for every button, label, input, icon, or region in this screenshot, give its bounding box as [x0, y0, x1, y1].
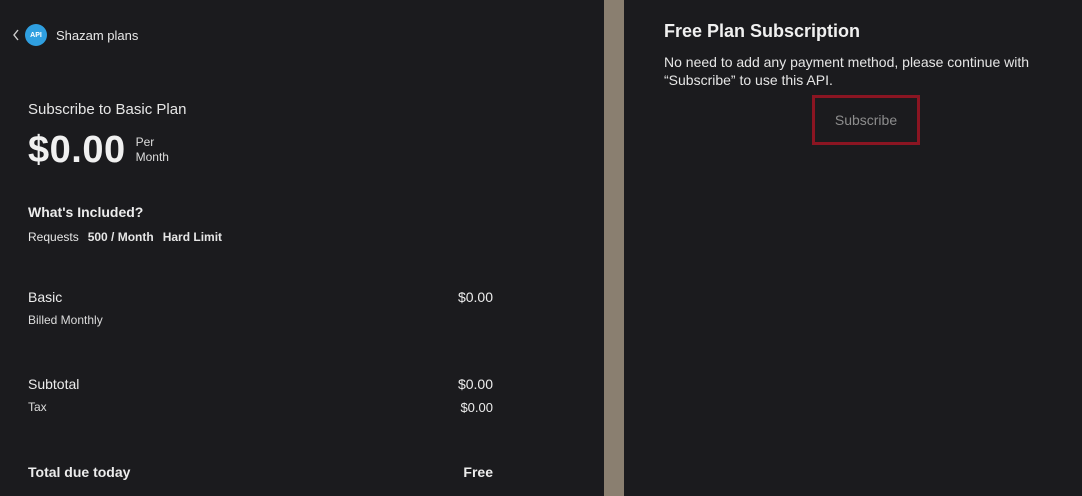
price-period-line2: Month [135, 150, 169, 164]
price-block: $0.00 Per Month [28, 128, 169, 172]
included-requests-row: Requests 500 / Month Hard Limit [28, 230, 222, 244]
panel-divider [604, 0, 624, 496]
requests-label: Requests [28, 230, 79, 244]
basic-value: $0.00 [457, 289, 493, 305]
limit-type: Hard Limit [162, 230, 223, 244]
price-amount: $0.00 [28, 129, 126, 171]
basic-label: Basic [28, 289, 63, 305]
tax-value: $0.00 [460, 400, 493, 415]
back-to-plans-link[interactable]: API Shazam plans [10, 24, 138, 46]
plan-title: Subscribe to Basic Plan [28, 101, 187, 118]
included-heading: What's Included? [28, 204, 144, 220]
app-name[interactable]: Shazam plans [56, 28, 138, 43]
chevron-left-icon[interactable] [10, 25, 22, 45]
subtotal-label: Subtotal [28, 376, 80, 392]
plan-summary-panel: API Shazam plans Subscribe to Basic Plan… [0, 0, 604, 496]
tax-label: Tax [28, 400, 47, 414]
subscription-title: Free Plan Subscription [664, 21, 861, 41]
billing-cycle: Billed Monthly [28, 313, 103, 327]
subscription-description: No need to add any payment method, pleas… [664, 54, 1030, 88]
total-value: Free [463, 464, 493, 480]
requests-value: 500 / Month [87, 230, 154, 244]
api-logo-icon: API [25, 24, 47, 46]
checkout-page: API Shazam plans Subscribe to Basic Plan… [0, 0, 1082, 496]
subscription-panel: Free Plan Subscription No need to add an… [624, 0, 1082, 496]
subscribe-button[interactable]: Subscribe [812, 95, 920, 145]
subtotal-value: $0.00 [457, 376, 493, 392]
logo-text: API [30, 31, 42, 39]
price-period: Per Month [136, 135, 169, 165]
total-label: Total due today [28, 464, 131, 480]
price-period-line1: Per [135, 135, 155, 149]
